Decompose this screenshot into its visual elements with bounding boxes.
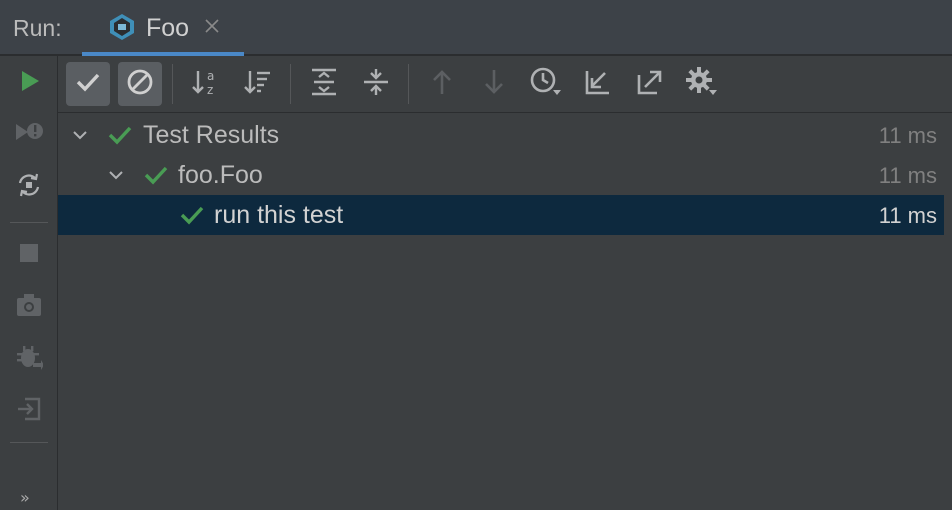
run-sidebar: »: [0, 56, 58, 510]
sort-alpha-icon: a z: [191, 67, 221, 102]
tab-foo[interactable]: Foo: [82, 0, 244, 56]
check-icon: [75, 71, 101, 98]
sort-duration-icon: [243, 67, 273, 102]
export-results-icon: [635, 67, 665, 102]
passed-check-icon: [144, 165, 168, 185]
tree-row-duration: 11 ms: [878, 203, 937, 228]
tree-row-label: foo.Foo: [178, 161, 263, 189]
camera-icon: [15, 292, 43, 323]
test-runner-toolbar: a z: [58, 56, 952, 113]
stop-button[interactable]: [14, 240, 44, 270]
chevron-down-icon[interactable]: [72, 127, 88, 143]
rerun-failed-icon: [14, 118, 44, 153]
tree-row-duration: 11 ms: [878, 163, 937, 188]
sort-alphabetically-button[interactable]: a z: [184, 62, 228, 106]
bug-icon: [15, 343, 44, 376]
expand-all-icon: [309, 67, 339, 102]
show-ignored-toggle[interactable]: [118, 62, 162, 106]
tree-row-run-this-test[interactable]: run this test 11 ms: [58, 195, 944, 235]
export-test-results-button[interactable]: [628, 62, 672, 106]
tree-row-duration: 11 ms: [878, 123, 937, 148]
auto-rerun-icon: [15, 171, 43, 204]
import-tests-button[interactable]: [14, 396, 44, 426]
run-tool-window-header: Run: Foo: [0, 0, 952, 56]
settings-button[interactable]: [680, 62, 724, 106]
arrow-up-icon: [429, 68, 455, 101]
svg-text:a: a: [207, 69, 214, 83]
import-test-results-button[interactable]: [576, 62, 620, 106]
history-icon: [529, 66, 563, 103]
import-icon: [15, 395, 43, 428]
ignored-icon: [126, 68, 154, 101]
show-passed-toggle[interactable]: [66, 62, 110, 106]
tree-row-test-results[interactable]: Test Results 11 ms: [58, 115, 944, 155]
svg-text:z: z: [207, 83, 213, 97]
close-icon[interactable]: [204, 18, 220, 34]
debug-button[interactable]: [14, 344, 44, 374]
tree-row-label: run this test: [214, 201, 344, 229]
tree-row-foo-class[interactable]: foo.Foo 11 ms: [58, 155, 944, 195]
run-title: Run:: [13, 15, 62, 41]
cube-test-icon: [108, 13, 136, 41]
sort-by-duration-button[interactable]: [236, 62, 280, 106]
collapse-all-icon: [361, 67, 391, 102]
stop-icon: [18, 242, 40, 269]
tree-row-label: Test Results: [143, 121, 280, 149]
expand-all-button[interactable]: [302, 62, 346, 106]
previous-failed-button[interactable]: [420, 62, 464, 106]
rerun-failed-button[interactable]: [14, 120, 44, 150]
next-failed-button[interactable]: [472, 62, 516, 106]
auto-rerun-toggle[interactable]: [14, 172, 44, 202]
test-results-tree: Test Results 11 ms foo.Foo 11 ms run thi…: [58, 113, 952, 510]
passed-check-icon: [108, 125, 132, 145]
screenshot-button[interactable]: [14, 292, 44, 322]
chevron-down-icon[interactable]: [108, 167, 124, 183]
arrow-down-icon: [481, 68, 507, 101]
sidebar-divider: [10, 222, 48, 223]
test-history-button[interactable]: [524, 62, 568, 106]
tab-label: Foo: [146, 14, 190, 42]
more-actions-chevron[interactable]: »: [20, 488, 30, 507]
collapse-all-button[interactable]: [354, 62, 398, 106]
sidebar-divider: [10, 442, 48, 443]
passed-check-icon: [180, 205, 204, 225]
gear-icon: [685, 66, 719, 103]
play-icon: [17, 69, 41, 98]
toolbar-divider: [172, 64, 173, 104]
toolbar-divider: [408, 64, 409, 104]
rerun-button[interactable]: [14, 68, 44, 98]
import-results-icon: [583, 67, 613, 102]
toolbar-divider: [290, 64, 291, 104]
